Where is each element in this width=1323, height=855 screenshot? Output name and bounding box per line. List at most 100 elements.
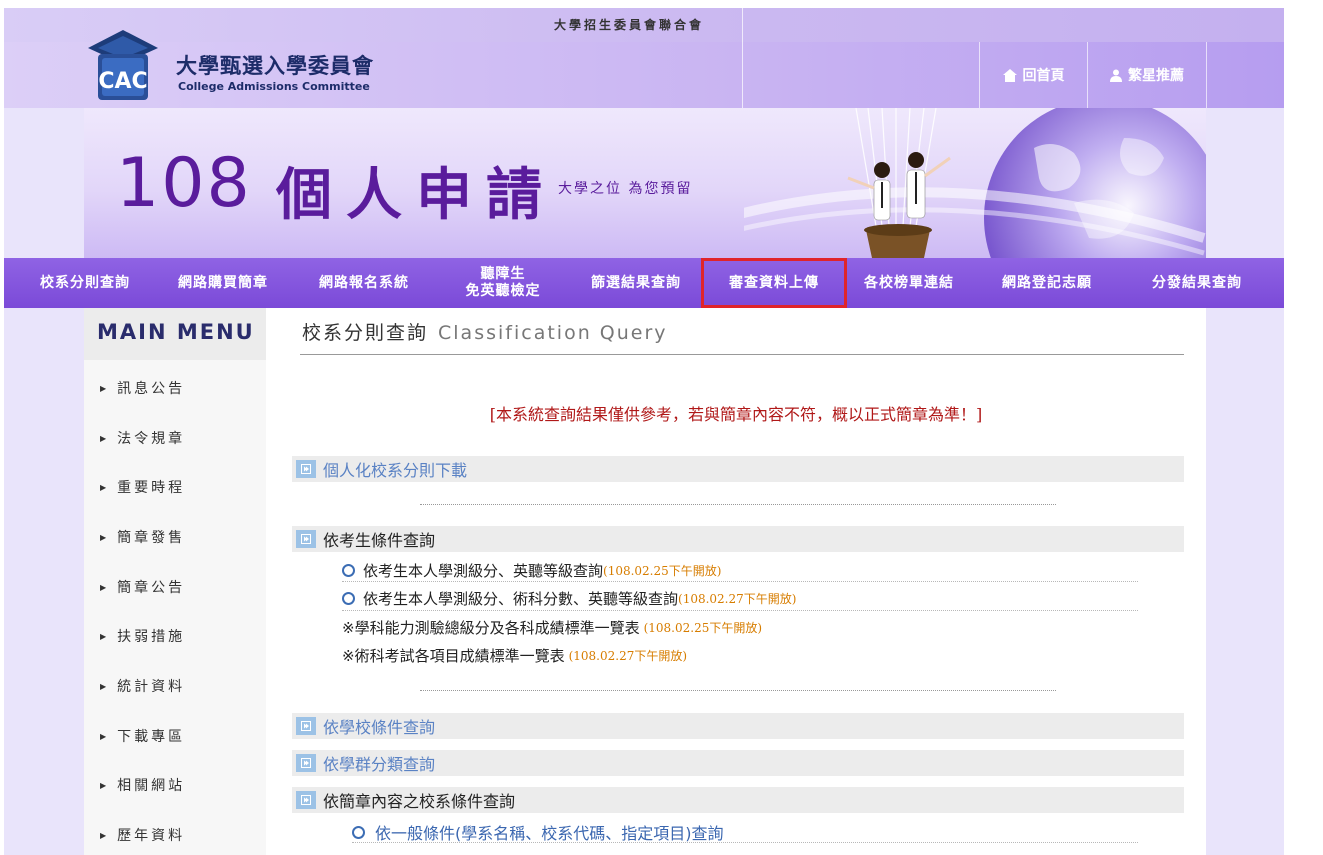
nav-item-school-lists[interactable]: 各校榜單連結 (850, 258, 968, 308)
query-row-gsat-arts-listening[interactable]: 依考生本人學測級分、術科分數、英聽等級查詢 (108.02.27下午開放) (342, 588, 796, 609)
row-divider (342, 610, 1138, 611)
nav-item-online-preferences[interactable]: 網路登記志願 (988, 258, 1106, 308)
bullet-icon: ▶ (100, 482, 110, 492)
row-divider (342, 581, 1138, 582)
page: 大學招生委員會聯合會 CAC 大學甄選入學委員會 College Admissi… (4, 8, 1284, 855)
side-item-brochure-notice[interactable]: ▶ 簡章公告 (100, 577, 185, 597)
query-row-gsat-listening[interactable]: 依考生本人學測級分、英聽等級查詢 (108.02.25下午開放) (342, 560, 721, 581)
query-row-date: (108.02.25下午開放) (603, 564, 722, 578)
circle-icon (342, 564, 355, 577)
query-row-label: 依考生本人學測級分、英聽等級查詢 (363, 562, 604, 580)
query-row-label: 依考生本人學測級分、術科分數、英聽等級查詢 (363, 590, 679, 608)
nav-item-hearing-impaired[interactable]: 聽障生 免英聽檢定 (446, 258, 560, 308)
bullet-icon: ▶ (100, 681, 110, 691)
section-by-discipline[interactable]: 依學群分類查詢 (292, 750, 1184, 776)
main-menu-title: MAIN MENU (84, 308, 266, 360)
balloon-globe-illustration (744, 108, 1206, 258)
site-header: CAC 大學甄選入學委員會 College Admissions Committ… (4, 30, 1284, 108)
side-item-past-data[interactable]: ▶ 歷年資料 (100, 825, 185, 845)
side-item-label: 訊息公告 (117, 381, 186, 397)
nav-item-screening-results[interactable]: 篩選結果查詢 (576, 258, 696, 308)
side-item-regulations[interactable]: ▶ 法令規章 (100, 428, 185, 448)
side-item-support-measures[interactable]: ▶ 扶弱措施 (100, 626, 185, 646)
union-title: 大學招生委員會聯合會 (554, 18, 705, 32)
side-item-statistics[interactable]: ▶ 統計資料 (100, 676, 185, 696)
bullet-icon: ▶ (100, 631, 110, 641)
disclaimer-notice: [本系統查詢結果僅供參考，若與簡章內容不符，概以正式簡章為準！] (489, 405, 983, 424)
circle-icon (352, 825, 365, 839)
section-label: 依學群分類查詢 (323, 755, 436, 774)
side-item-label: 簡章公告 (117, 580, 186, 596)
bullet-icon: ▶ (100, 731, 110, 741)
side-item-schedule[interactable]: ▶ 重要時程 (100, 477, 185, 497)
circle-icon (342, 592, 355, 605)
side-item-label: 統計資料 (117, 679, 186, 695)
play-icon (296, 754, 316, 772)
section-label: 依學校條件查詢 (323, 718, 436, 737)
banner-title: 個人申請 (276, 162, 556, 228)
side-item-label: 簡章發售 (117, 530, 186, 546)
link-arts-score-standards[interactable]: ※術科考試各項目成績標準一覽表 (108.02.27下午開放) (342, 645, 687, 666)
banner-year: 108 (116, 144, 252, 223)
star-recommend-label: 繁星推薦 (1128, 68, 1184, 84)
bullet-icon: ▶ (100, 433, 110, 443)
bullet-icon: ▶ (100, 383, 110, 393)
query-row-label: 依一般條件(學系名稱、校系代碼、指定項目)查詢 (375, 824, 724, 843)
person-icon (1110, 69, 1122, 82)
home-button[interactable]: 回首頁 (979, 42, 1087, 108)
banner: 108 個人申請 大學之位 為您預留 (84, 108, 1206, 258)
cac-logo-icon[interactable]: CAC (86, 28, 160, 104)
query-row-date: (108.02.27下午開放) (678, 592, 797, 606)
link-label: ※學科能力測驗總級分及各科成績標準一覽表 (342, 619, 640, 637)
page-title-en: Classification Query (438, 322, 668, 344)
side-item-brochure-sale[interactable]: ▶ 簡章發售 (100, 527, 185, 547)
star-recommend-button[interactable]: 繁星推薦 (1087, 42, 1207, 108)
side-item-label: 扶弱措施 (117, 629, 186, 645)
title-divider (300, 354, 1184, 355)
org-name[interactable]: 大學甄選入學委員會 (176, 50, 374, 80)
query-row-general-conditions[interactable]: 依一般條件(學系名稱、校系代碼、指定項目)查詢 (352, 820, 724, 844)
page-title-zh: 校系分則查詢 (302, 322, 429, 344)
side-item-label: 相關網站 (117, 778, 186, 794)
side-item-downloads[interactable]: ▶ 下載專區 (100, 726, 185, 746)
side-item-news[interactable]: ▶ 訊息公告 (100, 378, 185, 398)
link-label: ※術科考試各項目成績標準一覽表 (342, 647, 565, 665)
play-icon (296, 460, 316, 478)
section-label: 依考生條件查詢 (323, 531, 436, 550)
nav-hearing-line2: 免英聽檢定 (465, 283, 541, 299)
link-gsat-score-standards[interactable]: ※學科能力測驗總級分及各科成績標準一覽表 (108.02.25下午開放) (342, 617, 762, 638)
play-icon (296, 530, 316, 548)
side-item-label: 重要時程 (117, 480, 186, 496)
bullet-icon: ▶ (100, 780, 110, 790)
bullet-icon: ▶ (100, 582, 110, 592)
section-label: 依簡章內容之校系條件查詢 (323, 792, 516, 811)
section-by-school[interactable]: 依學校條件查詢 (292, 713, 1184, 739)
play-icon (296, 791, 316, 809)
side-item-label: 歷年資料 (117, 828, 186, 844)
home-label: 回首頁 (1022, 68, 1065, 84)
top-bar: 大學招生委員會聯合會 (4, 8, 1284, 42)
nav-item-document-upload[interactable]: 審查資料上傳 (701, 258, 847, 308)
page-title: 校系分則查詢 Classification Query (302, 318, 668, 345)
nav-item-buy-brochure[interactable]: 網路購買簡章 (164, 258, 282, 308)
section-personal-download[interactable]: 個人化校系分則下載 (292, 456, 1184, 482)
bullet-icon: ▶ (100, 830, 110, 840)
main-nav: 校系分則查詢 網路購買簡章 網路報名系統 聽障生 免英聽檢定 篩選結果查詢 審查… (4, 258, 1284, 308)
section-by-candidate: 依考生條件查詢 (292, 526, 1184, 552)
side-menu: MAIN MENU ▶ 訊息公告 ▶ 法令規章 ▶ 重要時程 ▶ 簡章發售 ▶ 簡章公告 … (84, 308, 266, 855)
nav-hearing-line1: 聽障生 (480, 266, 526, 282)
play-icon (296, 717, 316, 735)
nav-item-placement-results[interactable]: 分發結果查詢 (1132, 258, 1262, 308)
logo-text: CAC (98, 69, 147, 94)
dotted-divider (420, 504, 1056, 505)
side-item-label: 下載專區 (117, 729, 186, 745)
org-name-en[interactable]: College Admissions Committee (178, 80, 370, 93)
side-item-related-sites[interactable]: ▶ 相關網站 (100, 775, 185, 795)
row-divider (352, 842, 1138, 843)
dotted-divider (420, 690, 1056, 691)
side-item-label: 法令規章 (117, 431, 186, 447)
nav-item-classification-query[interactable]: 校系分則查詢 (22, 258, 148, 308)
home-icon (1002, 68, 1017, 82)
main-content: 校系分則查詢 Classification Query [本系統查詢結果僅供參考，… (266, 308, 1206, 855)
nav-item-online-registration[interactable]: 網路報名系統 (302, 258, 426, 308)
